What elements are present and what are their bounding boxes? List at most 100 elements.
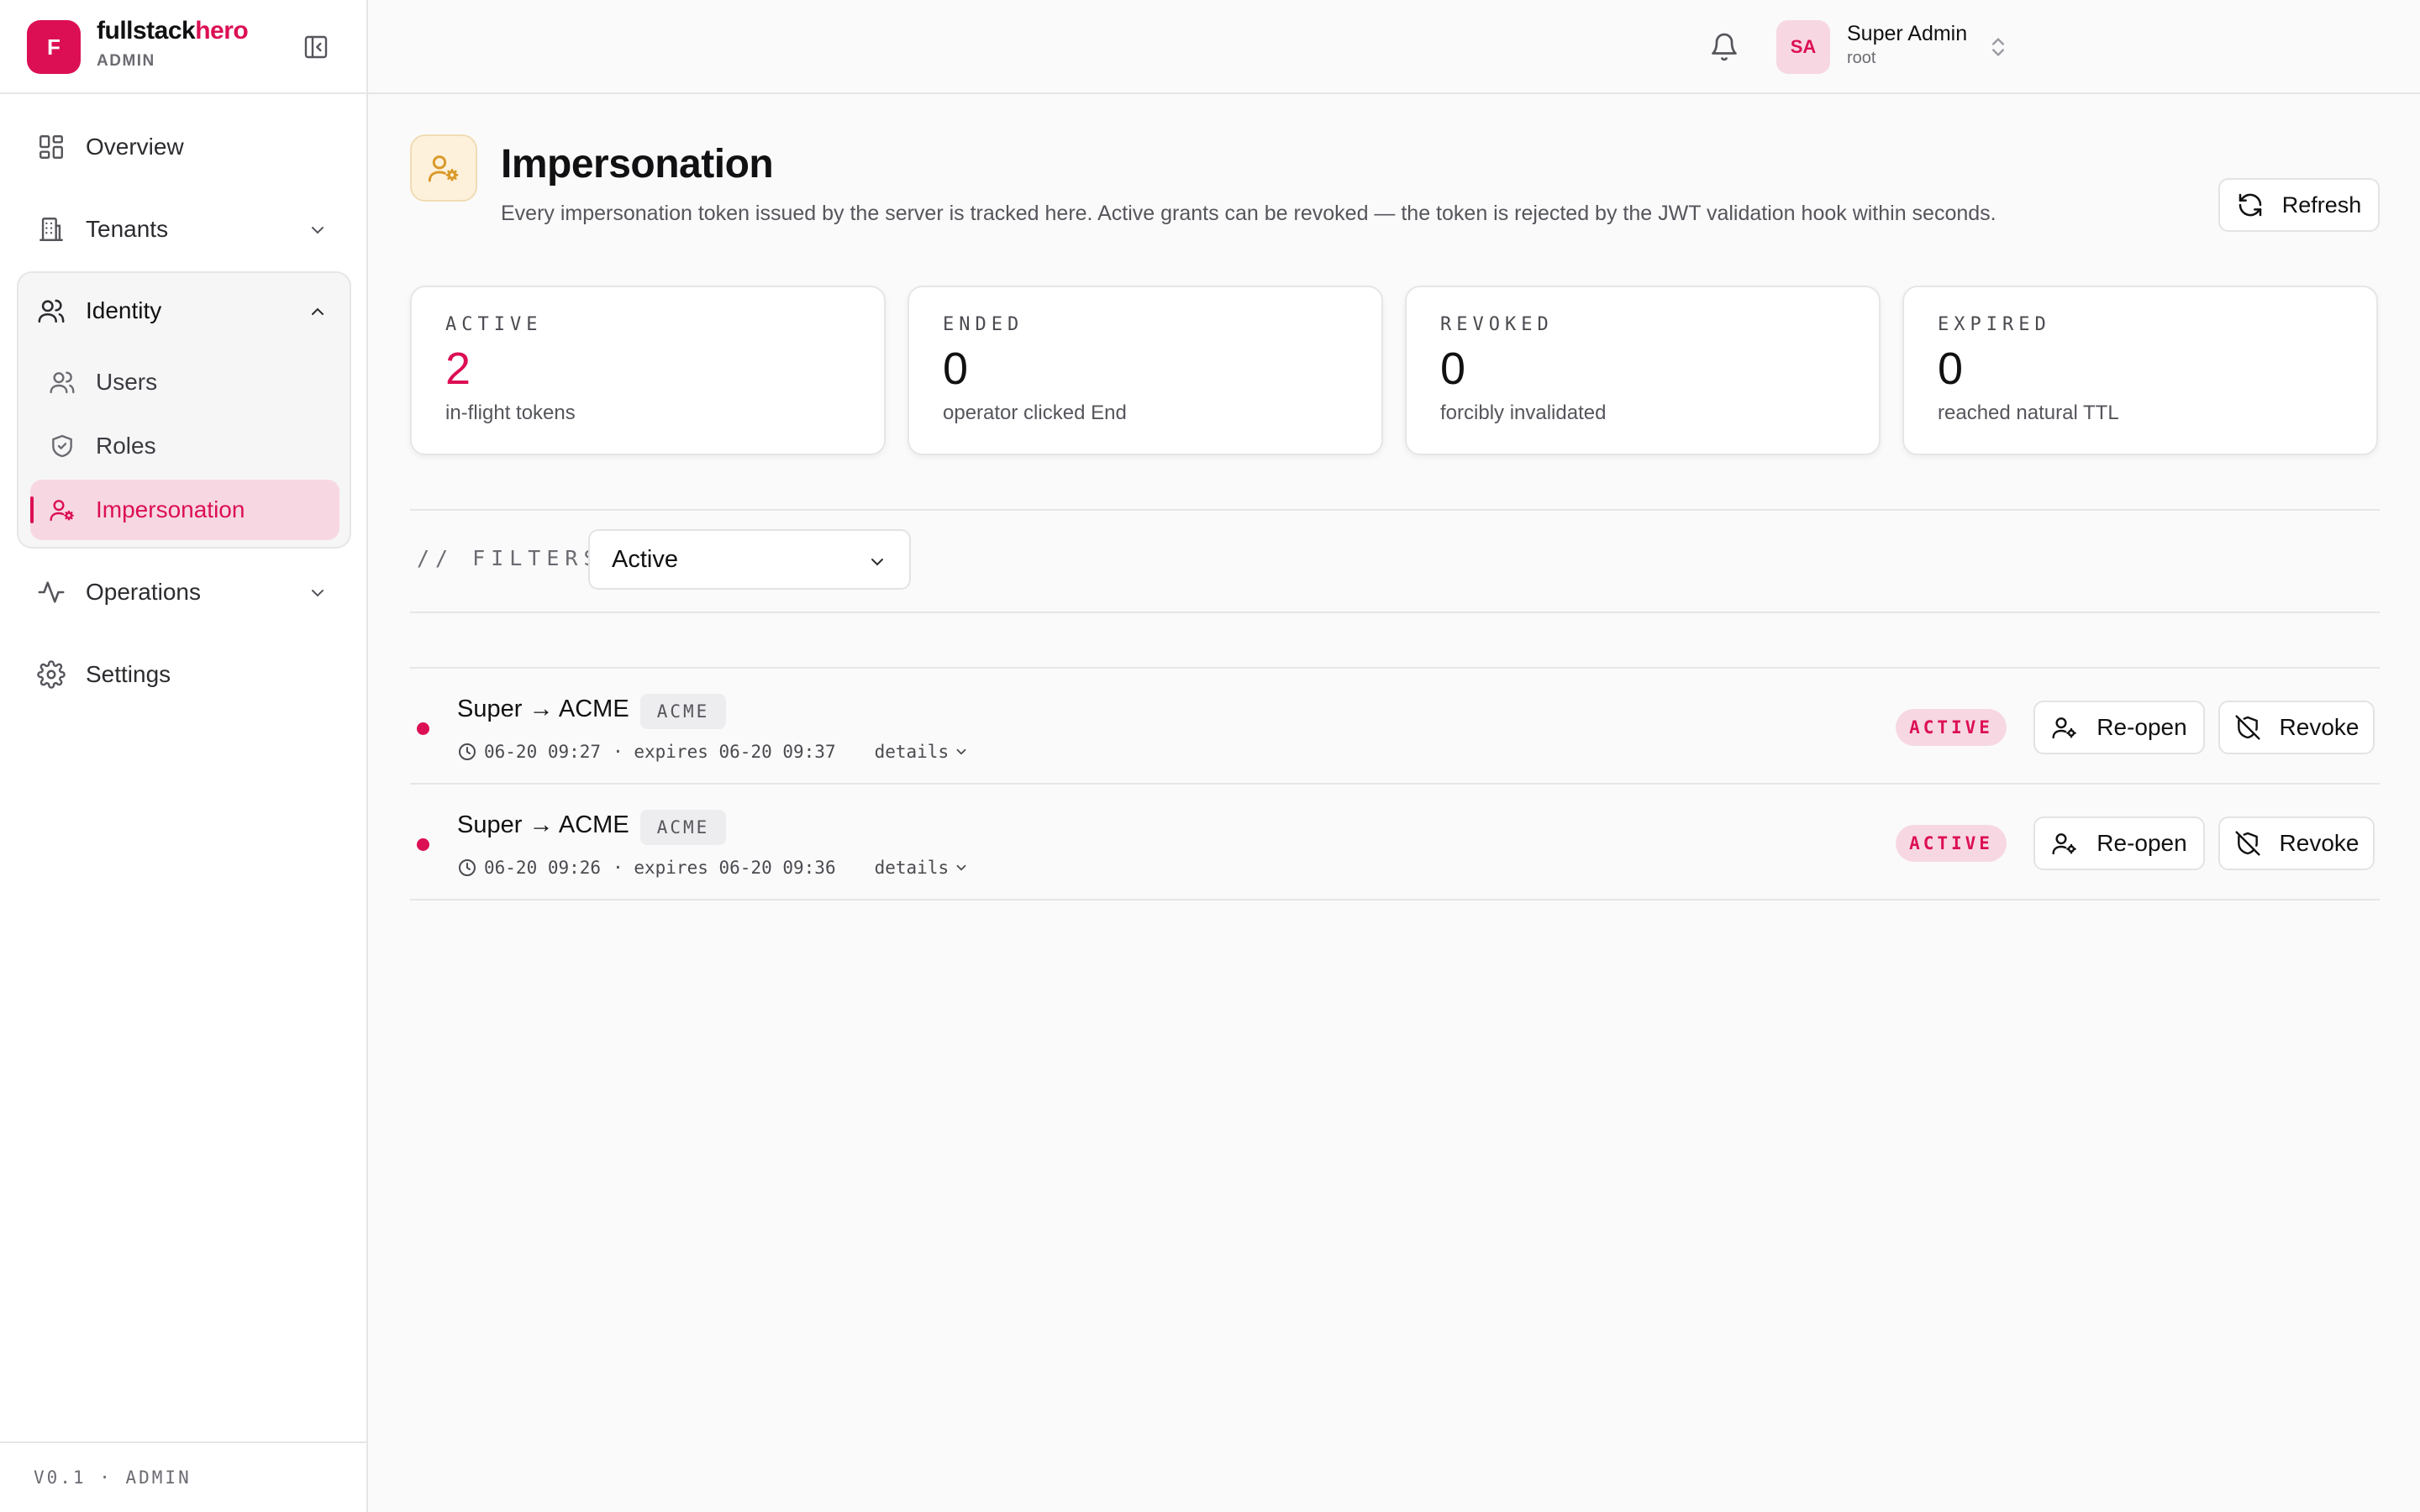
- chevron-down-icon: [308, 219, 328, 239]
- sidebar-item-tenants[interactable]: Tenants: [17, 200, 351, 259]
- users-icon: [49, 369, 76, 396]
- stat-value: 0: [1938, 344, 1964, 394]
- stat-value: 2: [445, 344, 471, 394]
- sidebar-item-operations[interactable]: Operations: [17, 563, 351, 622]
- sidebar-item-users[interactable]: Users: [30, 352, 339, 412]
- started-time: 06-20 09:26: [484, 858, 602, 878]
- brand-name: fullstackhero: [97, 17, 249, 45]
- sidebar-item-label: Users: [96, 369, 158, 395]
- stat-card-revoked: REVOKED 0 forcibly invalidated: [1405, 286, 1881, 455]
- revoke-label: Revoke: [2279, 830, 2360, 856]
- reopen-label: Re-open: [2096, 714, 2187, 740]
- sidebar-item-label: Operations: [86, 579, 201, 605]
- stat-label: EXPIRED: [1938, 314, 2051, 335]
- brand-logo[interactable]: F: [27, 20, 81, 74]
- tenant-tag: ACME: [640, 810, 726, 845]
- chevron-up-icon: [308, 301, 328, 321]
- sidebar-collapse-icon[interactable]: [302, 34, 329, 60]
- status-filter-select[interactable]: Active: [588, 529, 911, 590]
- status-badge: ACTIVE: [1896, 709, 2007, 746]
- gear-icon: [37, 660, 66, 689]
- refresh-icon: [2237, 192, 2264, 218]
- row-title: Super → ACME: [457, 696, 629, 722]
- page-title: Impersonation: [501, 142, 774, 186]
- sidebar-item-label: Tenants: [86, 216, 169, 242]
- stat-card-active: ACTIVE 2 in-flight tokens: [410, 286, 886, 455]
- user-name[interactable]: Super Admin: [1847, 22, 1967, 46]
- stat-label: ACTIVE: [445, 314, 543, 335]
- reopen-button[interactable]: Re-open: [2033, 701, 2205, 754]
- list-item: Super → ACME ACME 06-20 09:27 · expires …: [410, 669, 2380, 785]
- sidebar-item-identity[interactable]: Identity: [17, 281, 351, 340]
- stat-note: in-flight tokens: [445, 402, 576, 424]
- sidebar-item-impersonation[interactable]: Impersonation: [30, 480, 339, 540]
- sidebar-item-label: Identity: [86, 297, 162, 323]
- clock-icon: [457, 742, 477, 762]
- chevron-down-icon: [867, 551, 887, 571]
- brand-name-main: fullstack: [97, 17, 196, 45]
- bell-icon[interactable]: [1709, 32, 1739, 62]
- filters-label: // FILTERS: [417, 546, 602, 570]
- page-icon: [410, 134, 477, 202]
- chevrons-up-down-icon[interactable]: [1986, 34, 2010, 60]
- reopen-label: Re-open: [2096, 830, 2187, 856]
- stat-note: forcibly invalidated: [1440, 402, 1607, 424]
- sidebar-item-label: Roles: [96, 433, 156, 459]
- sidebar-group-identity: Identity Users Roles Impersonation: [17, 271, 351, 549]
- dashboard-icon: [37, 133, 66, 161]
- chevron-down-icon: [954, 744, 969, 759]
- activity-icon: [37, 578, 66, 606]
- divider: [410, 509, 2380, 511]
- brand-name-accent: hero: [195, 17, 249, 45]
- status-dot: [417, 838, 429, 851]
- user-cog-icon: [2051, 830, 2078, 857]
- revoke-button[interactable]: Revoke: [2218, 816, 2375, 870]
- shield-off-icon: [2234, 714, 2261, 741]
- stat-value: 0: [943, 344, 969, 394]
- row-meta: 06-20 09:27 · expires 06-20 09:37 detail…: [457, 739, 969, 764]
- shield-off-icon: [2234, 830, 2261, 857]
- user-cog-icon: [49, 496, 76, 523]
- details-toggle[interactable]: details: [875, 742, 970, 762]
- sidebar-item-label: Impersonation: [96, 496, 245, 522]
- sidebar-item-overview[interactable]: Overview: [17, 118, 351, 176]
- topbar: [368, 0, 2420, 94]
- row-title: Super → ACME: [457, 811, 629, 838]
- reopen-button[interactable]: Re-open: [2033, 816, 2205, 870]
- details-label: details: [874, 742, 950, 762]
- stat-label: REVOKED: [1440, 314, 1554, 335]
- avatar[interactable]: SA: [1776, 20, 1830, 74]
- stat-note: reached natural TTL: [1938, 402, 2119, 424]
- tenant-tag: ACME: [640, 694, 726, 729]
- chevron-down-icon: [954, 860, 969, 875]
- sidebar-item-settings[interactable]: Settings: [17, 645, 351, 704]
- details-toggle[interactable]: details: [875, 858, 970, 878]
- filter-selected-value: Active: [612, 545, 678, 573]
- stat-label: ENDED: [943, 314, 1024, 335]
- sidebar-item-label: Settings: [86, 661, 171, 687]
- brand-header: F fullstackhero ADMIN: [0, 0, 366, 94]
- refresh-button[interactable]: Refresh: [2218, 178, 2380, 232]
- users-icon: [37, 297, 66, 325]
- expires-time: · expires 06-20 09:36: [613, 858, 836, 878]
- building-icon: [37, 215, 66, 244]
- revoke-label: Revoke: [2279, 714, 2360, 740]
- sidebar: F fullstackhero ADMIN Overview Tenants I…: [0, 0, 368, 1512]
- refresh-label: Refresh: [2281, 192, 2362, 218]
- expires-time: · expires 06-20 09:37: [613, 742, 836, 762]
- row-meta: 06-20 09:26 · expires 06-20 09:36 detail…: [457, 855, 969, 880]
- stat-value: 0: [1440, 344, 1466, 394]
- clock-icon: [457, 858, 477, 878]
- stat-card-ended: ENDED 0 operator clicked End: [908, 286, 1383, 455]
- brand-subtitle: ADMIN: [97, 52, 155, 70]
- status-badge: ACTIVE: [1896, 825, 2007, 862]
- sidebar-footer-version: V0.1 · ADMIN: [0, 1441, 366, 1512]
- sidebar-item-roles[interactable]: Roles: [30, 416, 339, 476]
- chevron-down-icon: [308, 582, 328, 602]
- list-item: Super → ACME ACME 06-20 09:26 · expires …: [410, 785, 2380, 900]
- shield-icon: [49, 433, 76, 459]
- details-label: details: [874, 858, 950, 878]
- revoke-button[interactable]: Revoke: [2218, 701, 2375, 754]
- divider: [410, 612, 2380, 613]
- user-cog-icon: [427, 151, 460, 185]
